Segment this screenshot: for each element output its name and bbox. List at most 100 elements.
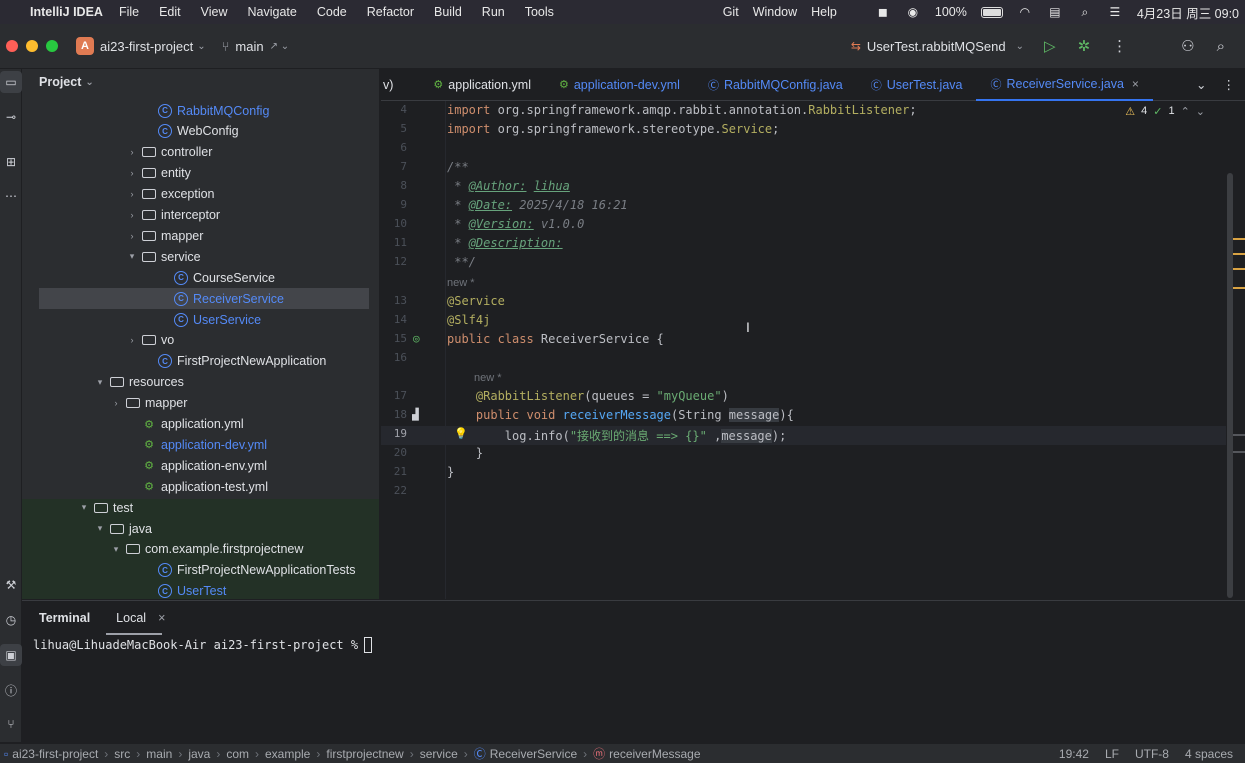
tree-item-usertest[interactable]: C UserTest [22, 581, 379, 599]
tree-item-application-test-yml[interactable]: ⚙ application-test.yml [22, 476, 379, 497]
line-number[interactable]: 4 [381, 103, 407, 116]
tree-item-resources[interactable]: ▾ resources [22, 372, 379, 393]
search-everywhere-icon[interactable]: ⌕ [1217, 38, 1225, 55]
line-number[interactable]: 15 [381, 332, 407, 345]
more-actions-icon[interactable]: ⋮ [1112, 37, 1127, 55]
code-line[interactable]: @RabbitListener(queues = "myQueue") [447, 389, 729, 403]
tree-item-com-example-firstprojectnew[interactable]: ▾ com.example.firstprojectnew [22, 539, 379, 560]
caret-position[interactable]: 19:42 [1059, 747, 1089, 761]
menu-navigate[interactable]: Navigate [248, 5, 297, 19]
commit-tool-icon[interactable]: ⊸ [0, 106, 22, 128]
spring-bean-gutter-icon[interactable]: ◎ [413, 332, 420, 345]
chevron-down-icon[interactable]: ▾ [78, 502, 90, 513]
breadcrumb-item[interactable]: com [226, 747, 249, 761]
tab-list-chevron-icon[interactable]: ⌄ [1196, 77, 1206, 92]
input-method-icon[interactable]: ▤ [1047, 5, 1063, 19]
tree-item-receiverservice[interactable]: C ReceiverService [39, 288, 369, 310]
breadcrumb-item[interactable]: example [265, 747, 310, 761]
menu-run[interactable]: Run [482, 5, 505, 19]
menu-code[interactable]: Code [317, 5, 347, 19]
tab-more-icon[interactable]: ⋮ [1223, 77, 1236, 92]
menu-file[interactable]: File [119, 5, 139, 19]
menu-edit[interactable]: Edit [159, 5, 181, 19]
services-tool-icon[interactable]: ◷ [0, 609, 22, 631]
tree-item-interceptor[interactable]: › interceptor [22, 205, 379, 226]
run-icon[interactable]: ▷ [1044, 37, 1056, 55]
tab-rabbitmqconfig-java[interactable]: Ⓒ RabbitMQConfig.java [694, 69, 857, 101]
tree-item-java[interactable]: ▾ java [22, 518, 379, 539]
debug-icon[interactable]: ✲ [1078, 37, 1091, 55]
project-panel-header[interactable]: Project ⌄ [22, 69, 379, 95]
code-line[interactable]: public void receiverMessage(String messa… [447, 408, 794, 422]
code-line[interactable]: public class ReceiverService { [447, 332, 664, 346]
project-badge[interactable]: A [76, 37, 94, 55]
line-number[interactable]: 12 [381, 255, 407, 268]
line-number[interactable]: 10 [381, 217, 407, 230]
close-icon[interactable]: × [158, 611, 165, 625]
breadcrumb-item[interactable]: main [146, 747, 172, 761]
tree-item-application-dev-yml[interactable]: ⚙ application-dev.yml [22, 434, 379, 455]
chevron-right-icon[interactable]: › [126, 189, 138, 199]
branch-switcher[interactable]: main [235, 39, 263, 54]
chevron-down-icon[interactable]: ▾ [126, 251, 138, 262]
tree-item-rabbitmqconfig[interactable]: C RabbitMQConfig [22, 100, 379, 121]
app-name-menu[interactable]: IntelliJ IDEA [30, 5, 103, 19]
tree-item-controller[interactable]: › controller [22, 142, 379, 163]
terminal-input[interactable]: lihua@LihuadeMacBook-Air ai23-first-proj… [22, 637, 1245, 653]
chevron-right-icon[interactable]: › [126, 335, 138, 345]
line-number[interactable]: 7 [381, 160, 407, 173]
chevron-right-icon[interactable]: › [110, 398, 122, 408]
tab-application-dev-yml[interactable]: ⚙ application-dev.yml [545, 69, 694, 101]
info-marker[interactable] [1233, 451, 1245, 453]
zoom-window-button[interactable] [46, 40, 58, 52]
terminal-tab-local[interactable]: Local [106, 601, 162, 635]
battery-icon[interactable] [980, 6, 1003, 18]
chevron-right-icon[interactable]: › [126, 210, 138, 220]
chevron-down-icon[interactable]: ▾ [94, 377, 106, 388]
menu-refactor[interactable]: Refactor [367, 5, 414, 19]
wechat-icon[interactable]: ◉ [905, 5, 921, 19]
menu-build[interactable]: Build [434, 5, 462, 19]
tree-item-courseservice[interactable]: C CourseService [22, 267, 379, 288]
warning-marker[interactable] [1233, 268, 1245, 270]
code-line[interactable]: * @Author: lihua [447, 179, 570, 193]
add-user-icon[interactable]: ⚇ [1181, 37, 1194, 55]
run-config-selector[interactable]: ⇆ UserTest.rabbitMQSend ⌄ [851, 39, 1024, 54]
line-number[interactable]: 6 [381, 141, 407, 154]
tree-item-mapper[interactable]: › mapper [22, 393, 379, 414]
project-switcher[interactable]: ai23-first-project [100, 39, 193, 54]
control-center-icon[interactable]: ☰ [1107, 5, 1123, 19]
line-separator[interactable]: LF [1105, 747, 1119, 761]
tab-usertest-java[interactable]: Ⓒ UserTest.java [857, 69, 977, 101]
tree-item-vo[interactable]: › vo [22, 330, 379, 351]
line-number[interactable]: 5 [381, 122, 407, 135]
line-number[interactable]: 11 [381, 236, 407, 249]
line-number[interactable]: 14 [381, 313, 407, 326]
rabbit-listener-gutter-icon[interactable]: ▟ [412, 408, 419, 421]
breadcrumb-item[interactable]: ai23-first-project [12, 747, 98, 761]
project-tool-icon[interactable]: ▭ [0, 71, 22, 93]
breadcrumb-item[interactable]: firstprojectnew [326, 747, 403, 761]
code-line[interactable]: @Slf4j [447, 313, 490, 327]
line-number[interactable]: 19 [381, 427, 407, 440]
tree-item-entity[interactable]: › entity [22, 163, 379, 184]
menu-clock[interactable]: 4月23日 周三 09:0 [1137, 3, 1239, 22]
structure-tool-icon[interactable]: ⊞ [0, 151, 22, 173]
code-vision-hint[interactable]: new * [474, 372, 502, 384]
tab-receiverservice-java[interactable]: Ⓒ ReceiverService.java × [976, 69, 1153, 101]
tab-v-[interactable]: v) [381, 69, 419, 101]
breadcrumb-item[interactable]: receiverMessage [609, 747, 700, 761]
build-tool-icon[interactable]: ⚒ [0, 574, 22, 596]
code-line[interactable]: } [447, 465, 454, 479]
chevron-right-icon[interactable]: › [126, 147, 138, 157]
tree-item-application-env-yml[interactable]: ⚙ application-env.yml [22, 455, 379, 476]
line-number[interactable]: 16 [381, 351, 407, 364]
next-highlight-icon[interactable]: ⌄ [1196, 105, 1205, 118]
more-tools-icon[interactable]: ⋯ [0, 185, 22, 207]
close-tab-icon[interactable]: × [1132, 77, 1139, 91]
line-number[interactable]: 20 [381, 446, 407, 459]
menu-help[interactable]: Help [811, 5, 837, 19]
menu-tools[interactable]: Tools [525, 5, 554, 19]
line-number[interactable]: 22 [381, 484, 407, 497]
editor-scrollbar[interactable] [1227, 173, 1233, 598]
